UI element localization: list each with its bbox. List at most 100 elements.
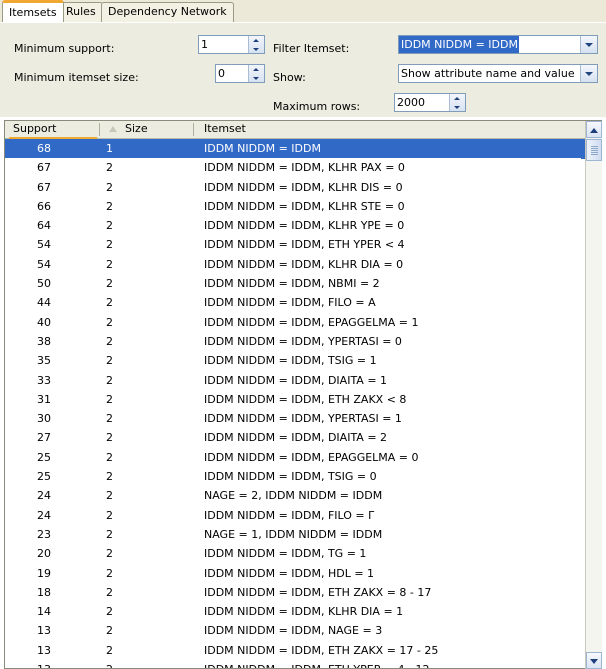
table-row[interactable]: 13 2 IDDM NIDDM = IDDM, ETH ZAKX = 17 - 25 (5, 641, 586, 660)
column-header-itemset[interactable]: Itemset (204, 121, 246, 138)
table-row[interactable]: 54 2 IDDM NIDDM = IDDM, KLHR DIA = 0 (5, 255, 586, 274)
column-divider[interactable] (193, 123, 194, 136)
chevron-down-icon[interactable] (580, 65, 597, 82)
vertical-scrollbar[interactable] (585, 121, 602, 669)
column-divider[interactable] (99, 123, 100, 136)
tab-rules[interactable]: Rules (59, 2, 103, 22)
table-row[interactable]: 38 2 IDDM NIDDM = IDDM, YPERTASI = 0 (5, 332, 586, 351)
minimum-itemset-size-stepper[interactable]: 0 (215, 64, 265, 83)
show-value[interactable]: Show attribute name and value (399, 65, 580, 82)
minimum-support-stepper-buttons[interactable] (248, 36, 264, 53)
table-row[interactable]: 33 2 IDDM NIDDM = IDDM, DIAITA = 1 (5, 371, 586, 390)
maximum-rows-stepper[interactable]: 2000 (394, 93, 466, 112)
table-row[interactable]: 18 2 IDDM NIDDM = IDDM, ETH ZAKX = 8 - 17 (5, 583, 586, 602)
table-row[interactable]: 24 2 NAGE = 2, IDDM NIDDM = IDDM (5, 486, 586, 505)
minimum-itemset-size-stepper-buttons[interactable] (248, 65, 264, 82)
column-header-size[interactable]: Size (125, 121, 148, 138)
table-row[interactable]: 25 2 IDDM NIDDM = IDDM, EPAGGELMA = 0 (5, 448, 586, 467)
cell-itemset: IDDM NIDDM = IDDM, KLHR STE = 0 (204, 199, 405, 213)
table-row[interactable]: 24 2 IDDM NIDDM = IDDM, FILO = Γ (5, 506, 586, 525)
cell-support: 33 (37, 373, 51, 387)
tab-dependency-network[interactable]: Dependency Network (101, 2, 234, 22)
cell-size: 2 (106, 527, 113, 541)
minimum-itemset-size-value[interactable]: 0 (216, 65, 248, 82)
minimum-support-increment-icon[interactable] (249, 36, 264, 45)
cell-size: 2 (106, 547, 113, 561)
maximum-rows-stepper-buttons[interactable] (449, 94, 465, 111)
show-label: Show: (273, 71, 306, 84)
maximum-rows-value[interactable]: 2000 (395, 94, 449, 111)
cell-itemset: IDDM NIDDM = IDDM, KLHR YPE = 0 (204, 219, 405, 233)
cell-size: 2 (106, 238, 113, 252)
cell-size: 2 (106, 180, 113, 194)
table-row[interactable]: 13 2 IDDM NIDDM = IDDM, NAGE = 3 (5, 621, 586, 640)
maximum-rows-decrement-icon[interactable] (450, 103, 465, 112)
cell-support: 38 (37, 334, 51, 348)
table-row[interactable]: 67 2 IDDM NIDDM = IDDM, KLHR DIS = 0 (5, 178, 586, 197)
cell-size: 2 (106, 296, 113, 310)
table-row[interactable]: 19 2 IDDM NIDDM = IDDM, HDL = 1 (5, 564, 586, 583)
cell-size: 2 (106, 450, 113, 464)
tab-itemsets-label: Itemsets (9, 6, 57, 19)
table-body[interactable]: 68 1 IDDM NIDDM = IDDM 67 2 IDDM NIDDM = IDDM… (5, 139, 586, 668)
cell-support: 18 (37, 585, 51, 599)
cell-support: 13 (37, 643, 51, 657)
cell-support: 40 (37, 315, 51, 329)
minimum-support-decrement-icon[interactable] (249, 45, 264, 54)
table-row[interactable]: 31 2 IDDM NIDDM = IDDM, ETH ZAKX < 8 (5, 390, 586, 409)
cell-size: 2 (106, 373, 113, 387)
table-row[interactable]: 66 2 IDDM NIDDM = IDDM, KLHR STE = 0 (5, 197, 586, 216)
table-row[interactable]: 14 2 IDDM NIDDM = IDDM, KLHR DIA = 1 (5, 602, 586, 621)
cell-support: 13 (37, 660, 87, 668)
cell-itemset: NAGE = 2, IDDM NIDDM = IDDM (204, 489, 383, 503)
minimum-support-value[interactable]: 1 (199, 36, 248, 53)
maximum-rows-label: Maximum rows: (273, 100, 361, 113)
tab-strip: Itemsets Rules Dependency Network (0, 0, 606, 22)
table-row[interactable]: 67 2 IDDM NIDDM = IDDM, KLHR PAX = 0 (5, 158, 586, 177)
scrollbar-thumb[interactable] (586, 139, 602, 161)
table-row[interactable]: 40 2 IDDM NIDDM = IDDM, EPAGGELMA = 1 (5, 313, 586, 332)
minimum-itemset-size-decrement-icon[interactable] (249, 74, 264, 83)
filter-itemset-select[interactable]: IDDM NIDDM = IDDM (398, 35, 598, 54)
itemsets-table: Support Size Itemset 68 1 IDDM NIDDM = IDD… (4, 120, 602, 669)
cell-size: 2 (106, 412, 113, 426)
maximum-rows-increment-icon[interactable] (450, 94, 465, 103)
cell-support: 68 (37, 142, 51, 155)
sort-ascending-icon[interactable] (109, 126, 117, 132)
filter-itemset-value[interactable]: IDDM NIDDM = IDDM (399, 36, 519, 53)
minimum-support-stepper[interactable]: 1 (198, 35, 265, 54)
table-row[interactable]: 30 2 IDDM NIDDM = IDDM, YPERTASI = 1 (5, 409, 586, 428)
cell-support: 25 (37, 470, 51, 484)
scroll-down-arrow-icon[interactable] (586, 652, 602, 669)
table-row[interactable]: 44 2 IDDM NIDDM = IDDM, FILO = A (5, 293, 586, 312)
column-header-support[interactable]: Support (13, 121, 56, 138)
scroll-up-arrow-icon[interactable] (586, 121, 602, 138)
table-row[interactable]: 23 2 NAGE = 1, IDDM NIDDM = IDDM (5, 525, 586, 544)
scrollbar-thumb-grip-icon (591, 146, 598, 155)
cell-size: 2 (106, 643, 113, 657)
table-row[interactable]: 20 2 IDDM NIDDM = IDDM, TG = 1 (5, 544, 586, 563)
table-row[interactable]: 64 2 IDDM NIDDM = IDDM, KLHR YPE = 0 (5, 216, 586, 235)
table-row[interactable]: 50 2 IDDM NIDDM = IDDM, NBMI = 2 (5, 274, 586, 293)
cell-itemset: IDDM NIDDM = IDDM, KLHR DIA = 1 (204, 605, 404, 619)
minimum-itemset-size-increment-icon[interactable] (249, 65, 264, 74)
cell-size: 2 (106, 257, 113, 271)
show-select[interactable]: Show attribute name and value (398, 64, 598, 83)
cell-size: 2 (106, 508, 113, 522)
table-row[interactable]: 25 2 IDDM NIDDM = IDDM, TSIG = 0 (5, 467, 586, 486)
table-row[interactable]: 68 1 IDDM NIDDM = IDDM (5, 139, 586, 159)
cell-support: 24 (37, 508, 51, 522)
cell-itemset: IDDM NIDDM = IDDM, ETH ZAKX = 17 - 25 (204, 643, 439, 657)
cell-size: 2 (106, 199, 113, 213)
cell-size: 2 (106, 334, 113, 348)
chevron-down-icon[interactable] (580, 36, 597, 53)
cell-support: 54 (37, 238, 51, 252)
scrollbar-track[interactable] (586, 161, 602, 651)
table-row[interactable]: 27 2 IDDM NIDDM = IDDM, DIAITA = 2 (5, 428, 586, 447)
table-row[interactable]: 13 2 IDDM NIDDM = IDDM, ETH YPER = 4 - 12 (5, 660, 586, 668)
table-row[interactable]: 35 2 IDDM NIDDM = IDDM, TSIG = 1 (5, 351, 586, 370)
cell-itemset: IDDM NIDDM = IDDM, YPERTASI = 0 (204, 334, 402, 348)
cell-support: 64 (37, 219, 51, 233)
table-row[interactable]: 54 2 IDDM NIDDM = IDDM, ETH YPER < 4 (5, 235, 586, 254)
tab-itemsets[interactable]: Itemsets (2, 0, 64, 22)
